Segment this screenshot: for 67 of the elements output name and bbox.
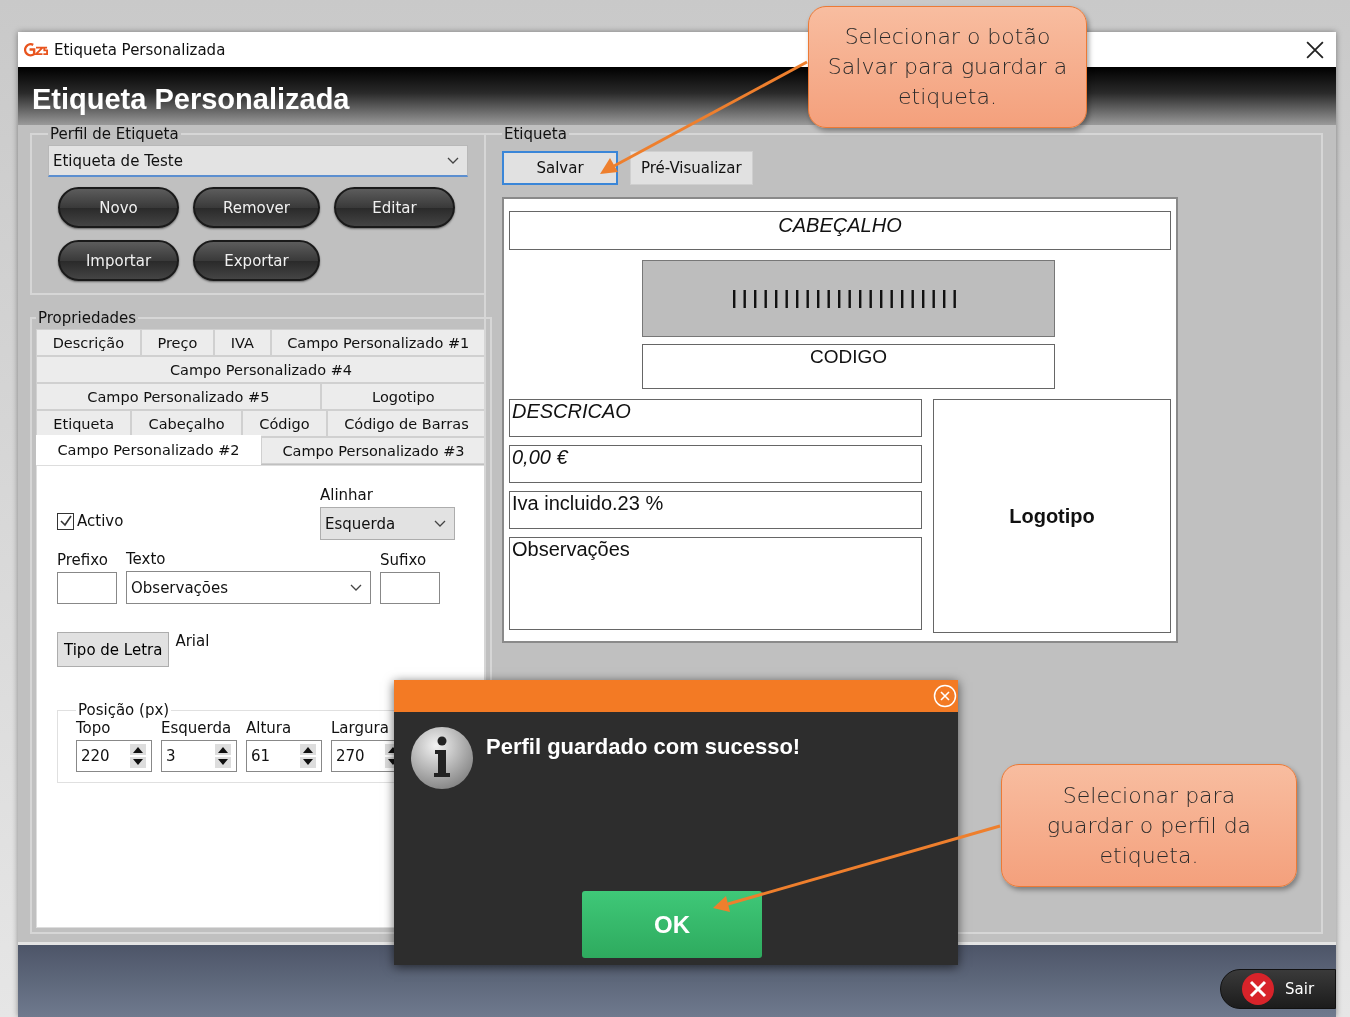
toolbar-button[interactable]: Salvar	[502, 151, 618, 185]
chevron-down-icon	[350, 583, 362, 592]
prefix-field[interactable]	[57, 572, 117, 604]
align-dropdown[interactable]: Esquerda	[320, 507, 455, 540]
checkbox[interactable]	[57, 512, 74, 530]
number-spinner[interactable]: 61	[246, 740, 322, 772]
tab[interactable]: Logotipo	[320, 383, 486, 410]
pill-button[interactable]: Novo	[58, 187, 179, 228]
field-label: Texto	[126, 550, 167, 568]
app-logo-icon	[24, 42, 48, 57]
pill-button[interactable]: Exportar	[193, 240, 320, 281]
group-title: Posição (px)	[77, 701, 171, 719]
tab[interactable]: Cabeçalho	[131, 410, 242, 437]
tab[interactable]: Etiqueta	[36, 410, 132, 437]
dialog-message: Perfil guardado com sucesso!	[486, 734, 801, 761]
tab[interactable]: Campo Personalizado #2	[36, 435, 261, 465]
toolbar-button[interactable]: Pré-Visualizar	[630, 151, 753, 185]
tab[interactable]: Preço	[140, 329, 214, 356]
text-box: Observações	[509, 537, 922, 630]
tab[interactable]: Campo Personalizado #3	[261, 437, 486, 464]
chevron-down-icon	[447, 156, 459, 165]
pill-button[interactable]: Importar	[58, 240, 179, 281]
group-title: Propriedades	[37, 309, 138, 327]
pill-button[interactable]: Editar	[334, 187, 455, 228]
tab[interactable]: Código	[242, 410, 327, 437]
text-box: DESCRICAO	[509, 399, 922, 437]
number-spinner[interactable]: 220	[76, 740, 152, 772]
header-box: CABEÇALHO	[509, 211, 1171, 250]
font-button[interactable]: Tipo de Letra	[57, 632, 170, 667]
text-dropdown[interactable]: Observações	[126, 571, 371, 604]
font-name: Arial	[175, 632, 210, 650]
profile-dropdown[interactable]: Etiqueta de Teste	[48, 145, 468, 177]
tab[interactable]: Descrição	[36, 329, 141, 356]
up-down-arrows-icon[interactable]	[215, 744, 231, 768]
window-title: Etiqueta Personalizada	[54, 40, 226, 59]
tab[interactable]: Código de Barras	[326, 410, 486, 437]
tab[interactable]: IVA	[214, 329, 271, 356]
tab[interactable]: Campo Personalizado #5	[36, 383, 321, 410]
close-icon[interactable]	[1306, 40, 1324, 59]
page-title: Etiqueta Personalizada	[32, 82, 350, 116]
suffix-field[interactable]	[380, 572, 440, 604]
field-label: Altura	[246, 719, 293, 737]
checkbox-label: Activo	[77, 512, 124, 530]
up-down-arrows-icon[interactable]	[300, 744, 316, 768]
info-icon	[410, 726, 474, 790]
close-icon	[1241, 972, 1275, 1006]
up-down-arrows-icon[interactable]	[130, 744, 146, 768]
callout-bubble: Selecionar o botão Salvar para guardar a etiqueta.	[808, 6, 1087, 128]
field-label: Alinhar	[320, 486, 374, 504]
field-label: Prefixo	[57, 551, 109, 569]
pill-button[interactable]: Remover	[193, 187, 320, 228]
field-label: Largura	[331, 719, 390, 737]
tab[interactable]: Campo Personalizado #1	[270, 329, 486, 356]
field-label: Topo	[76, 719, 112, 737]
text-box: 0,00 €	[509, 445, 922, 483]
number-spinner[interactable]: 3	[161, 740, 237, 772]
text-box: Iva incluido.23 %	[509, 491, 922, 529]
group-title: Etiqueta	[503, 125, 568, 143]
chevron-down-icon	[434, 519, 446, 528]
tab[interactable]: Campo Personalizado #4	[36, 356, 486, 383]
callout-bubble: Selecionar para guardar o perfil da etiqueta.	[1001, 764, 1297, 887]
logo-box: Logotipo	[933, 399, 1171, 633]
exit-button[interactable]: Sair	[1220, 969, 1336, 1009]
group-title: Perfil de Etiqueta	[49, 125, 180, 143]
field-label: Sufixo	[380, 551, 428, 569]
field-label: Esquerda	[161, 719, 233, 737]
code-box: CODIGO	[642, 344, 1055, 389]
